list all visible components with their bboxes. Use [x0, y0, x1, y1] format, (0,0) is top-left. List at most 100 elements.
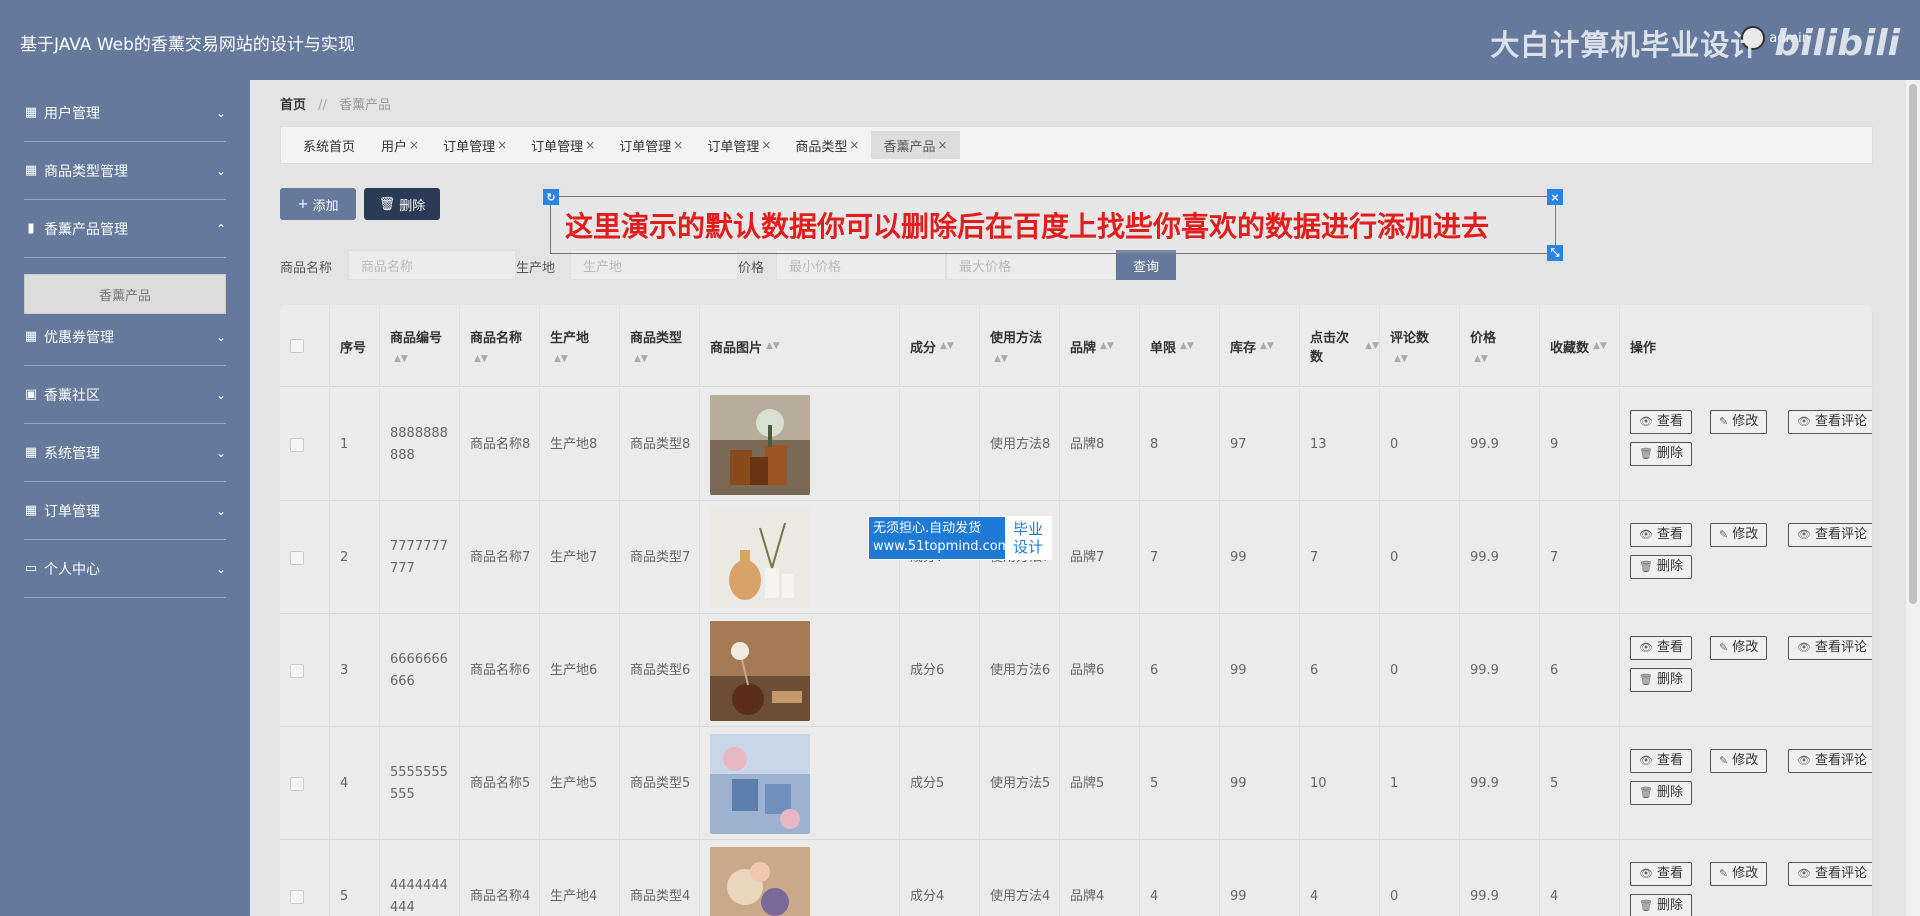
sort-icon[interactable]: ▲▼ [1365, 341, 1379, 351]
row-delete-button[interactable]: 🗑删除 [1630, 894, 1692, 916]
tab-4[interactable]: 订单管理× [519, 131, 607, 159]
row-checkbox[interactable] [290, 551, 304, 565]
edit-button[interactable]: ✎修改 [1710, 636, 1767, 660]
view-comments-button[interactable]: 👁查看评论 [1788, 410, 1873, 434]
sort-icon[interactable]: ▲▼ [394, 354, 408, 364]
product-image[interactable] [710, 395, 810, 495]
sort-icon[interactable]: ▲▼ [1394, 354, 1408, 364]
row-delete-button[interactable]: 🗑删除 [1630, 668, 1692, 692]
sort-icon[interactable]: ▲▼ [1100, 341, 1114, 351]
tab-close-icon[interactable]: × [409, 138, 419, 152]
sidebar-item-4[interactable]: ▦优惠券管理⌄ [24, 308, 226, 366]
row-checkbox[interactable] [290, 777, 304, 791]
page-scrollbar[interactable] [1906, 80, 1920, 916]
sort-icon[interactable]: ▲▼ [634, 354, 648, 364]
cell-price: 99.9 [1460, 388, 1540, 501]
min-price-input[interactable]: 最小价格 [776, 250, 946, 280]
table-header: 序号商品编号▲▼商品名称▲▼生产地▲▼商品类型▲▼商品图片▲▼成分▲▼使用方法▲… [280, 305, 1873, 387]
edit-button[interactable]: ✎修改 [1710, 749, 1767, 773]
cell-actions: 👁查看 ✎修改 👁查看评论 🗑删除 [1620, 614, 1873, 727]
column-header: 商品编号▲▼ [380, 305, 460, 387]
sort-icon[interactable]: ▲▼ [994, 354, 1008, 364]
edit-button[interactable]: ✎修改 [1710, 523, 1767, 547]
row-checkbox[interactable] [290, 890, 304, 904]
view-comments-button[interactable]: 👁查看评论 [1788, 749, 1873, 773]
sidebar-item-1[interactable]: ▦用户管理⌄ [24, 84, 226, 142]
view-comments-button[interactable]: 👁查看评论 [1788, 523, 1873, 547]
sidebar-item-3[interactable]: ▮香薰产品管理⌃ [24, 200, 226, 258]
product-image[interactable] [710, 508, 810, 608]
sort-icon[interactable]: ▲▼ [554, 354, 568, 364]
resize-handle-icon[interactable]: ⤡ [1547, 245, 1563, 261]
add-button[interactable]: + 添加 [280, 188, 356, 220]
tab-close-icon[interactable]: × [585, 138, 595, 152]
breadcrumb-home[interactable]: 首页 [280, 98, 306, 113]
product-image[interactable] [710, 847, 810, 916]
query-button[interactable]: 查询 [1116, 250, 1176, 280]
cell-name: 商品名称5 [460, 727, 540, 840]
cell-favs: 6 [1540, 614, 1620, 727]
cell-text: 商品名称8 [470, 434, 530, 456]
view-button[interactable]: 👁查看 [1630, 862, 1692, 886]
view-comments-button[interactable]: 👁查看评论 [1788, 636, 1873, 660]
sort-icon[interactable]: ▲▼ [940, 341, 954, 351]
delete-button[interactable]: 🗑 删除 [364, 188, 440, 220]
chevron-icon: ⌄ [216, 446, 226, 460]
price-search-label: 价格 [738, 257, 764, 276]
edit-button[interactable]: ✎修改 [1710, 862, 1767, 886]
scrollbar-thumb[interactable] [1909, 84, 1917, 604]
max-price-input[interactable]: 最大价格 [946, 250, 1116, 280]
cell-clicks: 10 [1300, 727, 1380, 840]
column-header-label: 操作 [1630, 337, 1872, 356]
column-header: 品牌 ▲▼ [1060, 305, 1140, 387]
product-image[interactable] [710, 621, 810, 721]
origin-search-input[interactable]: 生产地 [570, 250, 738, 280]
column-header-label: 品牌 [1070, 337, 1096, 356]
tab-close-icon[interactable]: × [938, 138, 948, 152]
checkbox[interactable] [290, 339, 304, 353]
view-comments-button[interactable]: 👁查看评论 [1788, 862, 1873, 886]
view-button[interactable]: 👁查看 [1630, 523, 1692, 547]
view-button[interactable]: 👁查看 [1630, 749, 1692, 773]
column-header: 库存▲▼ [1220, 305, 1300, 387]
row-checkbox[interactable] [290, 438, 304, 452]
close-icon[interactable]: × [1547, 189, 1563, 205]
tab-6[interactable]: 订单管理× [695, 131, 783, 159]
sidebar-item-2[interactable]: ▦商品类型管理⌄ [24, 142, 226, 200]
sort-icon[interactable]: ▲▼ [1474, 354, 1488, 364]
row-delete-button[interactable]: 🗑删除 [1630, 555, 1692, 579]
cell-idx: 1 [330, 388, 380, 501]
select-all-checkbox[interactable] [280, 305, 330, 387]
sidebar-item-5[interactable]: ▣香薰社区⌄ [24, 366, 226, 424]
sidebar-item-7[interactable]: ▦订单管理⌄ [24, 482, 226, 540]
view-button[interactable]: 👁查看 [1630, 410, 1692, 434]
card-icon: ▭ [24, 562, 38, 576]
sort-icon[interactable]: ▲▼ [1593, 341, 1607, 351]
tab-5[interactable]: 订单管理× [607, 131, 695, 159]
cell-text: 品牌8 [1070, 434, 1104, 456]
tab-2[interactable]: 用户× [369, 131, 431, 159]
tab-close-icon[interactable]: × [849, 138, 859, 152]
row-delete-button[interactable]: 🗑删除 [1630, 442, 1692, 466]
sort-icon[interactable]: ▲▼ [1260, 341, 1274, 351]
tab-8[interactable]: 香薰产品× [871, 131, 959, 159]
sort-icon[interactable]: ▲▼ [1180, 341, 1194, 351]
sort-icon[interactable]: ▲▼ [766, 341, 780, 351]
tab-7[interactable]: 商品类型× [783, 131, 871, 159]
sidebar-item-6[interactable]: ▦系统管理⌄ [24, 424, 226, 482]
sidebar-item-8[interactable]: ▭个人中心⌄ [24, 540, 226, 598]
row-checkbox[interactable] [290, 664, 304, 678]
sort-icon[interactable]: ▲▼ [474, 354, 488, 364]
tab-close-icon[interactable]: × [673, 138, 683, 152]
row-delete-button[interactable]: 🗑删除 [1630, 781, 1692, 805]
product-image[interactable] [710, 734, 810, 834]
edit-button[interactable]: ✎修改 [1710, 410, 1767, 434]
name-search-input[interactable]: 商品名称 [348, 250, 516, 280]
site-title: 基于JAVA Web的香薰交易网站的设计与实现 [20, 30, 355, 55]
view-button[interactable]: 👁查看 [1630, 636, 1692, 660]
tab-close-icon[interactable]: × [761, 138, 771, 152]
rotate-handle-icon[interactable]: ↻ [543, 189, 559, 205]
tab-1[interactable]: 系统首页 [291, 131, 369, 159]
tab-3[interactable]: 订单管理× [431, 131, 519, 159]
tab-close-icon[interactable]: × [497, 138, 507, 152]
